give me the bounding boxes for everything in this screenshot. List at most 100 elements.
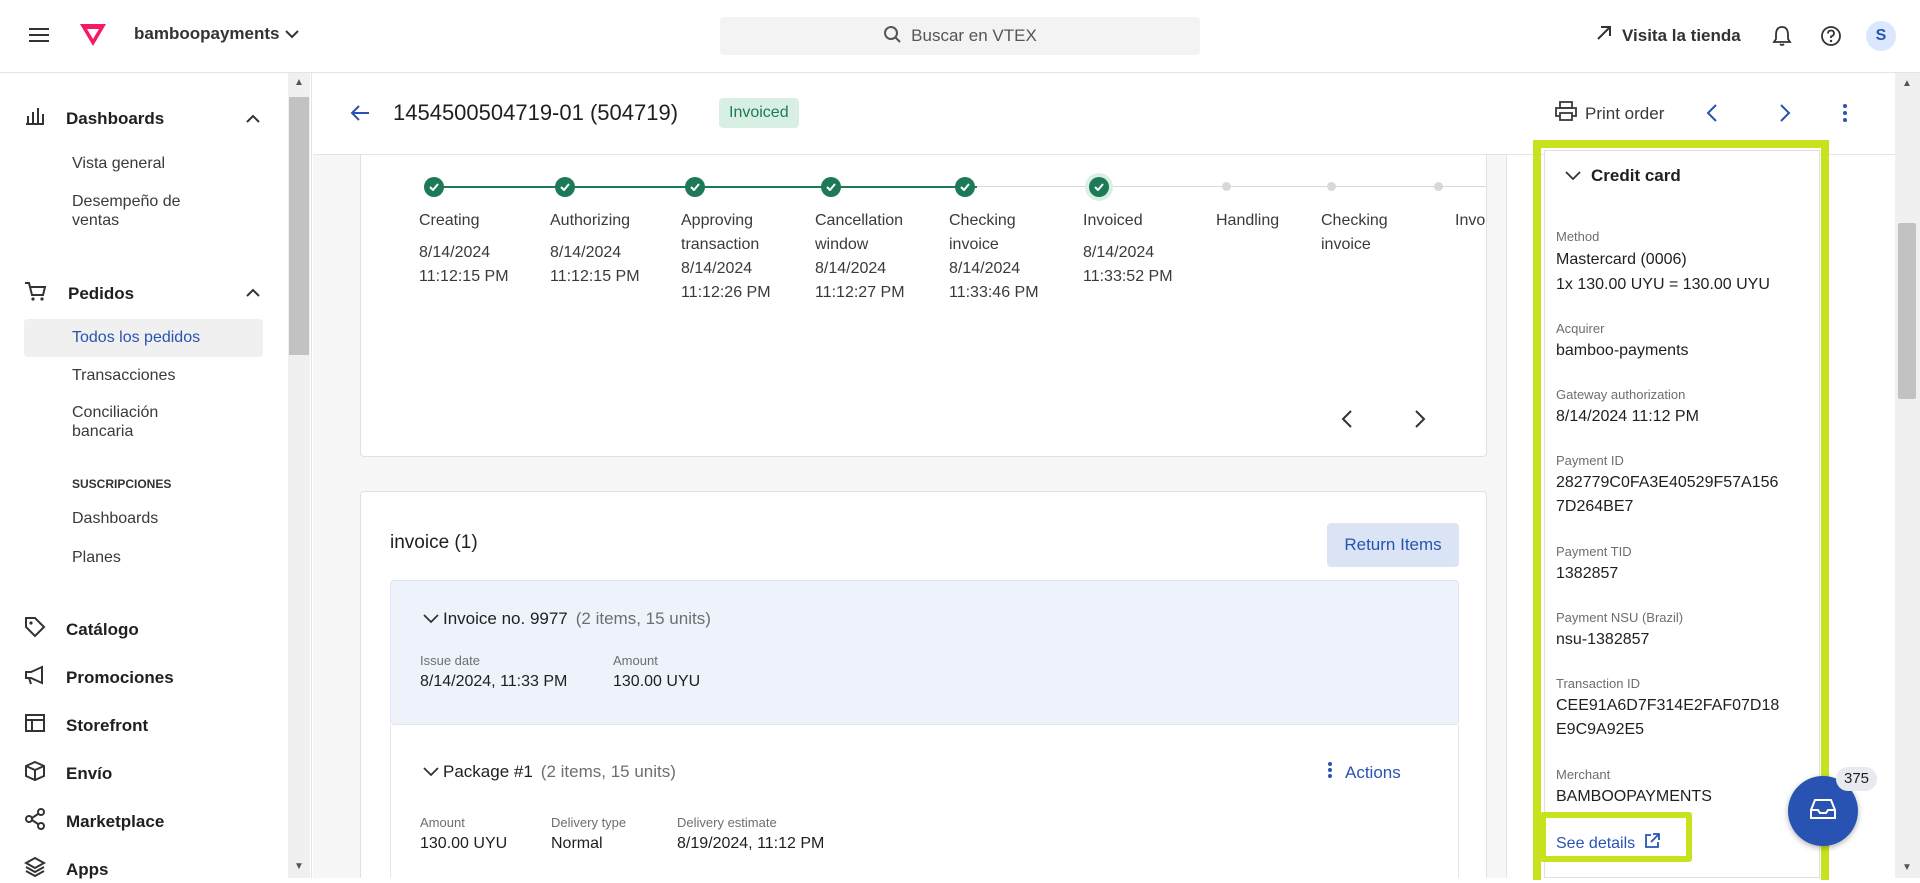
more-options-icon[interactable] [1842, 103, 1848, 128]
vtex-logo-icon[interactable] [78, 22, 108, 53]
chevron-down-icon [423, 762, 439, 782]
step-time: 11:33:46 PM [949, 284, 1039, 301]
sidebar-item-label: Apps [66, 859, 109, 879]
step-pending-dot [1327, 182, 1336, 191]
invoice-count: (2 items, 15 units) [575, 609, 711, 628]
next-order-icon[interactable] [1779, 103, 1791, 128]
step-date: 8/14/2024 [949, 260, 1021, 277]
tid-value: 1382857 [1556, 565, 1619, 582]
credit-card-toggle[interactable]: Credit card [1565, 166, 1681, 186]
timeline-next-icon[interactable] [1414, 409, 1426, 434]
payment-title: Credit card [1591, 166, 1681, 185]
timeline-prev-icon[interactable] [1341, 409, 1353, 434]
previous-order-icon[interactable] [1706, 103, 1718, 128]
main-scrollbar-thumb[interactable] [1898, 223, 1916, 399]
help-icon[interactable] [1820, 25, 1842, 52]
actions-button[interactable]: Actions [1327, 761, 1401, 784]
scroll-down-arrow-icon[interactable]: ▼ [1902, 862, 1912, 873]
actions-label: Actions [1345, 762, 1401, 782]
return-items-button[interactable]: Return Items [1327, 523, 1459, 567]
method-value: Mastercard (0006) [1556, 251, 1687, 268]
main-scrollbar[interactable] [1895, 73, 1920, 878]
sidebar-item-planes[interactable]: Planes [72, 548, 121, 567]
step-name: Handling [1216, 212, 1280, 229]
fab-badge: 375 [1836, 767, 1878, 791]
gateway-label: Gateway authorization [1556, 387, 1686, 402]
invoice-number: Invoice no. 9977 [443, 609, 568, 628]
scroll-up-arrow-icon[interactable]: ▲ [294, 77, 304, 88]
package-count: (2 items, 15 units) [540, 762, 676, 781]
scroll-up-arrow-icon[interactable]: ▲ [1902, 78, 1912, 89]
step-name: Authorizing [550, 212, 631, 229]
avatar[interactable]: S [1866, 21, 1896, 51]
acquirer-label: Acquirer [1556, 321, 1605, 336]
kebab-icon [1327, 761, 1333, 784]
merchant-label: Merchant [1556, 767, 1611, 782]
sidebar-item-apps[interactable]: Apps [23, 856, 109, 883]
status-badge: Invoiced [719, 98, 799, 128]
step-date: 8/14/2024 [681, 260, 753, 277]
sidebar-item-label: Storefront [66, 715, 149, 735]
timeline-step: Authorizing 8/14/2024 11:12:15 PM [550, 209, 670, 289]
step-date: 8/14/2024 [419, 244, 491, 261]
sidebar-item-todos-los-pedidos[interactable]: Todos los pedidos [72, 328, 200, 347]
scroll-down-arrow-icon[interactable]: ▼ [294, 861, 304, 872]
invoice-toggle[interactable]: Invoice no. 9977 (2 items, 15 units) [423, 609, 711, 629]
search-bar[interactable]: Buscar en VTEX [720, 17, 1200, 55]
step-date: 8/14/2024 [1083, 244, 1155, 261]
visit-store-link[interactable]: Visita la tienda [1596, 25, 1741, 46]
see-details-label: See details [1556, 834, 1636, 852]
sidebar-item-dashboards[interactable]: Dashboards [24, 106, 164, 131]
account-switcher[interactable]: bamboopayments [134, 24, 300, 44]
sidebar-item-marketplace[interactable]: Marketplace [24, 808, 164, 835]
timeline-line-done [435, 186, 977, 188]
page-title: 1454500504719-01 (504719) [393, 100, 679, 125]
back-arrow-icon[interactable] [350, 104, 370, 127]
sidebar-item-promociones[interactable]: Promociones [24, 664, 174, 691]
sidebar-item-catalogo[interactable]: Catálogo [24, 616, 139, 643]
merchant-value: BAMBOOPAYMENTS [1556, 788, 1712, 805]
delivery-type-label: Delivery type [551, 815, 627, 830]
print-order-label: Print order [1585, 103, 1665, 123]
hamburger-menu-icon[interactable] [28, 24, 50, 46]
payment-id-label: Payment ID [1556, 453, 1624, 468]
sidebar-item-storefront[interactable]: Storefront [24, 712, 148, 739]
sidebar-item-desempeno[interactable]: Desempeño de ventas [72, 192, 222, 230]
sidebar-item-envio[interactable]: Envío [24, 760, 112, 787]
account-name: bamboopayments [134, 24, 280, 43]
printer-icon [1555, 101, 1577, 126]
step-time: 11:33:52 PM [1083, 268, 1173, 285]
package-toggle[interactable]: Package #1 (2 items, 15 units) [423, 762, 676, 782]
payment-id-value: 282779C0FA3E40529F57A1567D264BE7 [1556, 474, 1779, 515]
see-details-link[interactable]: See details [1556, 832, 1661, 855]
search-icon [883, 25, 901, 48]
step-time: 11:12:15 PM [550, 268, 640, 285]
sidebar-item-transacciones[interactable]: Transacciones [72, 366, 175, 385]
sidebar-scrollbar-thumb[interactable] [289, 97, 309, 355]
sidebar-item-sus-dashboards[interactable]: Dashboards [72, 509, 158, 528]
sidebar-item-vista-general[interactable]: Vista general [72, 154, 165, 173]
box-icon [24, 760, 46, 787]
chevron-up-icon[interactable] [246, 111, 260, 129]
sidebar-item-conciliacion[interactable]: Conciliación bancaria [72, 403, 202, 441]
step-time: 11:12:15 PM [419, 268, 509, 285]
print-order-button[interactable]: Print order [1555, 101, 1664, 126]
step-current-icon [1089, 177, 1109, 197]
tag-icon [24, 616, 46, 643]
package-title: Package #1 [443, 762, 533, 781]
sidebar-item-pedidos[interactable]: Pedidos [24, 280, 134, 307]
amount-label: Amount [613, 653, 658, 668]
sidebar-item-label: Pedidos [68, 283, 135, 303]
timeline-step: Checking invoice 8/14/2024 11:33:46 PM [949, 209, 1049, 305]
delivery-estimate-value: 8/19/2024, 11:12 PM [677, 835, 825, 852]
step-done-icon [685, 177, 705, 197]
sidebar-item-label: Promociones [66, 667, 174, 687]
sidebar: Dashboards Vista general Desempeño de ve… [0, 73, 312, 879]
step-name: Invoiced [1083, 212, 1143, 229]
external-link-icon [1643, 832, 1661, 855]
invoice-section-title: invoice (1) [390, 532, 478, 553]
step-date: 8/14/2024 [815, 260, 887, 277]
bell-icon[interactable] [1772, 25, 1792, 52]
layers-icon [23, 856, 47, 883]
chevron-up-icon[interactable] [246, 285, 260, 303]
